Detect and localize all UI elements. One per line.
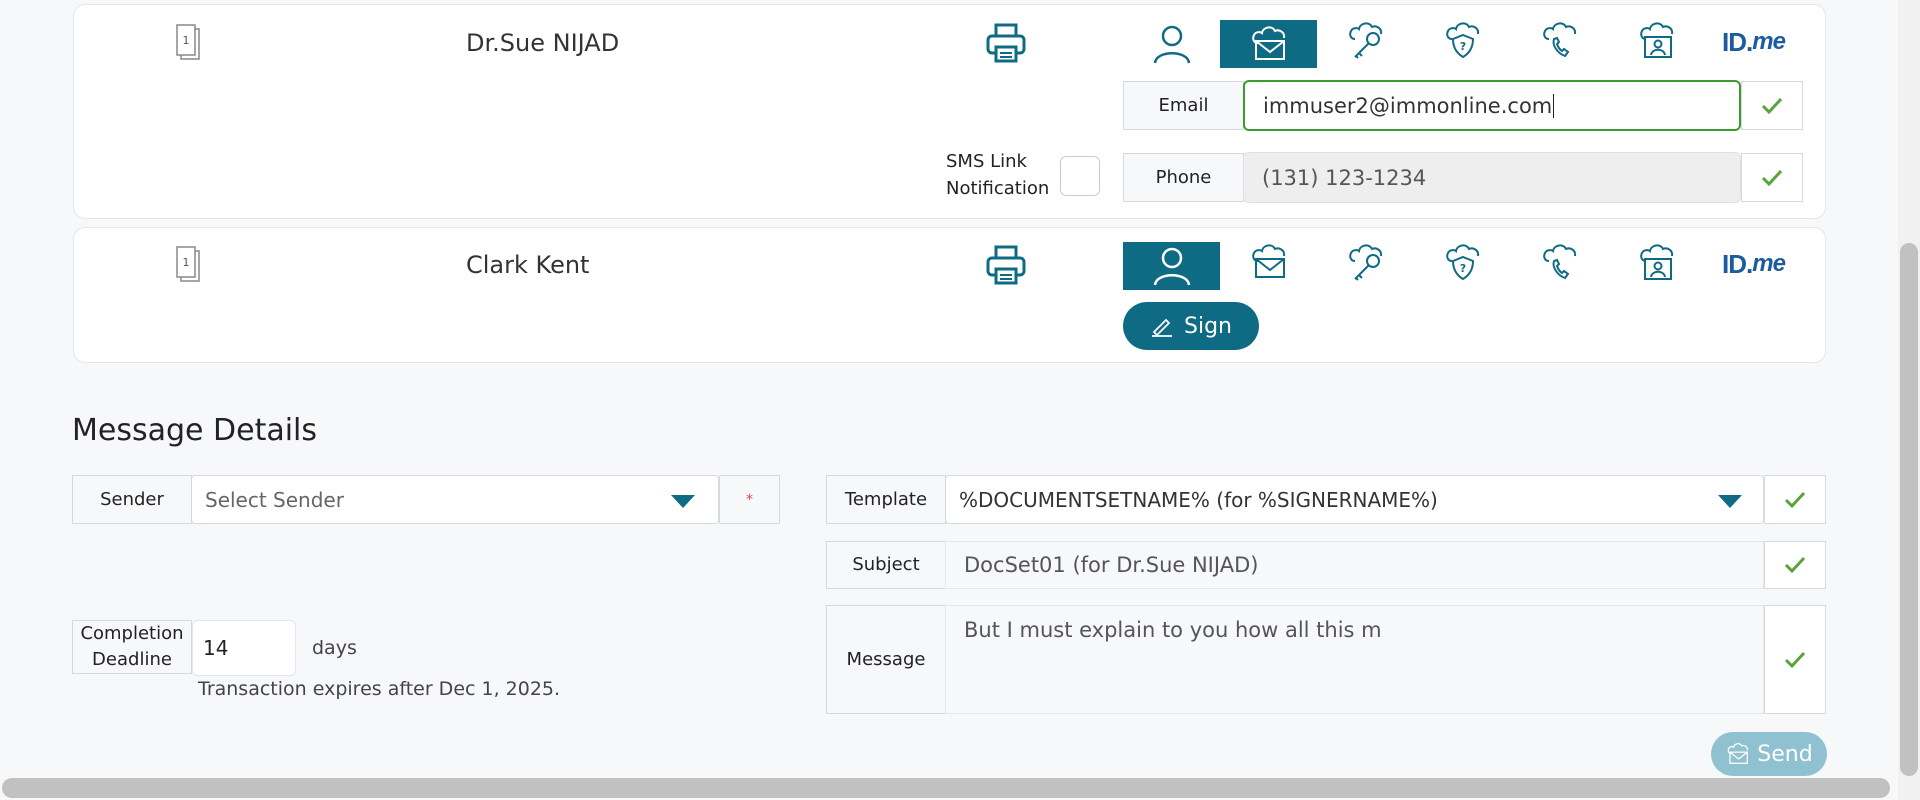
document-count-icon[interactable]	[173, 23, 207, 63]
auth-question-icon[interactable]	[1414, 238, 1511, 286]
sign-button-label: Sign	[1184, 313, 1232, 339]
auth-key-icon[interactable]	[1317, 16, 1414, 64]
pen-icon	[1150, 314, 1174, 338]
required-indicator: *	[719, 475, 780, 524]
auth-email-icon[interactable]	[1220, 238, 1317, 286]
template-check-icon	[1764, 475, 1826, 524]
signer-name: Dr.Sue NIJAD	[466, 29, 620, 57]
send-button[interactable]: Send	[1711, 732, 1827, 776]
section-title: Message Details	[72, 413, 318, 448]
email-input-value: immuser2@immonline.com	[1263, 93, 1553, 118]
deadline-label: Completion Deadline	[72, 620, 192, 674]
auth-phone-icon[interactable]	[1511, 238, 1608, 286]
vertical-scrollbar-thumb[interactable]	[1900, 243, 1918, 776]
idme-logo[interactable]: ID. me	[1705, 240, 1802, 288]
template-label: Template	[826, 475, 946, 524]
phone-label: Phone	[1123, 153, 1244, 202]
auth-person-icon[interactable]	[1123, 242, 1220, 290]
subject-input[interactable]: DocSet01 (for Dr.Sue NIJAD)	[945, 541, 1764, 589]
sms-notification-label: SMS Link Notification	[946, 151, 1050, 199]
auth-key-icon[interactable]	[1317, 238, 1414, 286]
auth-id-icon[interactable]	[1608, 16, 1705, 64]
email-label: Email	[1123, 81, 1244, 130]
auth-person-icon[interactable]	[1123, 20, 1220, 68]
idme-logo[interactable]: ID. me	[1705, 18, 1802, 66]
sms-notification-checkbox[interactable]	[1060, 156, 1100, 196]
message-label: Message	[826, 605, 946, 714]
chevron-down-icon	[671, 495, 695, 508]
phone-check-icon	[1741, 153, 1803, 202]
document-count-icon[interactable]	[173, 245, 207, 285]
auth-question-icon[interactable]	[1414, 16, 1511, 64]
printer-icon[interactable]	[985, 23, 1027, 63]
deadline-input[interactable]: 14	[192, 620, 296, 676]
signer-name: Clark Kent	[466, 251, 590, 279]
send-mail-icon	[1725, 741, 1751, 767]
template-select[interactable]: %DOCUMENTSETNAME% (for %SIGNERNAME%)	[945, 475, 1764, 524]
sender-placeholder: Select Sender	[205, 487, 344, 512]
sender-select[interactable]: Select Sender	[191, 475, 719, 524]
phone-input[interactable]: (131) 123-1234	[1243, 152, 1741, 203]
send-button-label: Send	[1757, 741, 1813, 767]
subject-label: Subject	[826, 541, 946, 589]
sender-label: Sender	[72, 475, 192, 524]
auth-email-icon[interactable]	[1220, 20, 1317, 68]
auth-phone-icon[interactable]	[1511, 16, 1608, 64]
message-textarea[interactable]: But I must explain to you how all this m	[945, 605, 1764, 714]
sign-button[interactable]: Sign	[1123, 302, 1259, 350]
email-input[interactable]: immuser2@immonline.com	[1243, 80, 1741, 131]
horizontal-scrollbar-thumb[interactable]	[2, 778, 1890, 798]
chevron-down-icon	[1718, 495, 1742, 508]
expiry-note: Transaction expires after Dec 1, 2025.	[198, 678, 561, 700]
auth-id-icon[interactable]	[1608, 238, 1705, 286]
printer-icon[interactable]	[985, 245, 1027, 285]
message-check-icon	[1764, 605, 1826, 714]
email-check-icon	[1741, 81, 1803, 130]
subject-check-icon	[1764, 541, 1826, 589]
template-value: %DOCUMENTSETNAME% (for %SIGNERNAME%)	[959, 487, 1438, 512]
deadline-unit: days	[312, 637, 357, 659]
